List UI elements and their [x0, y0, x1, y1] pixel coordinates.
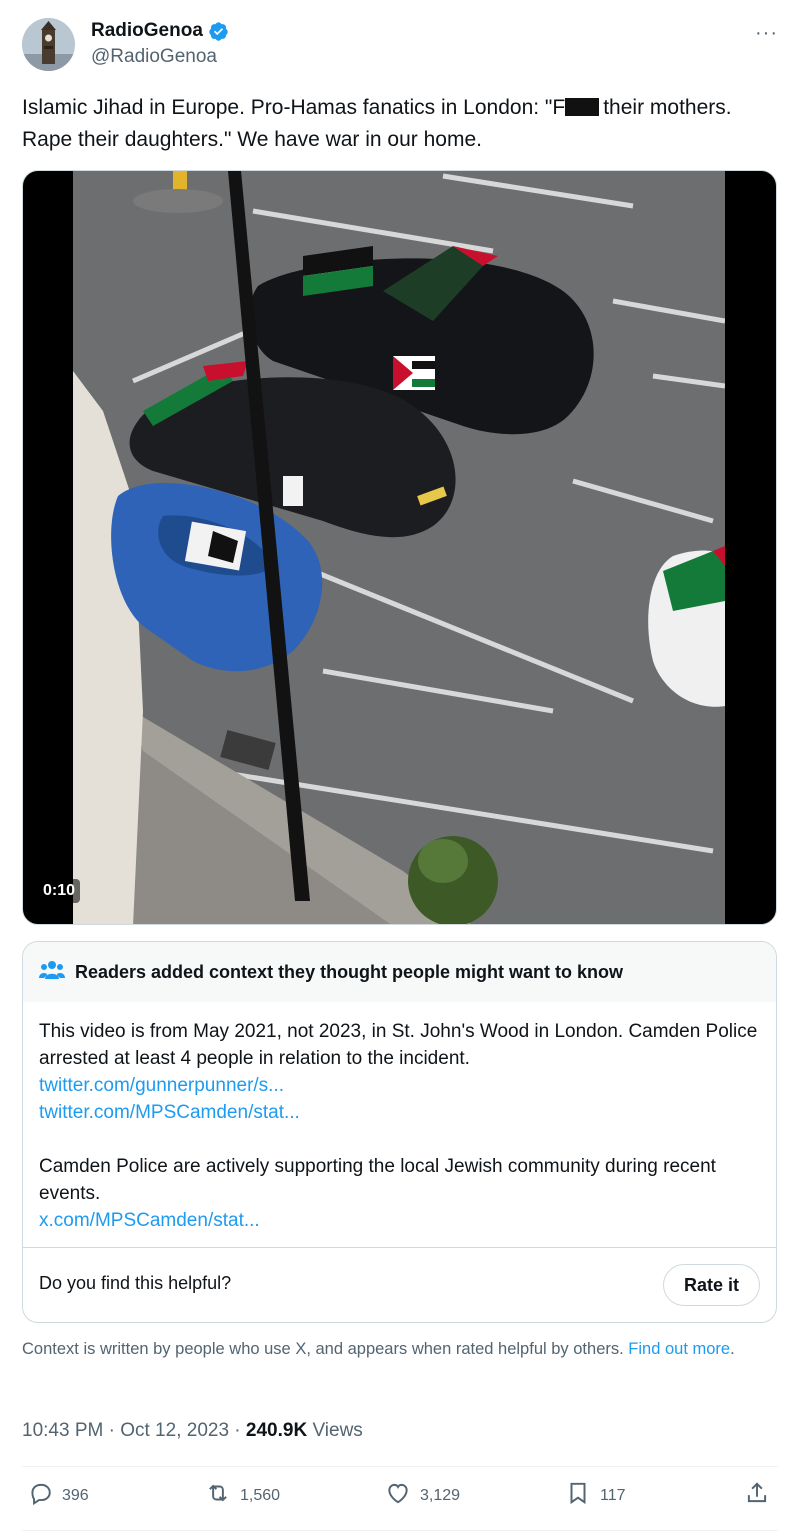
note-paragraph-1: This video is from May 2021, not 2023, i… [39, 1021, 758, 1069]
rate-it-button[interactable]: Rate it [662, 1264, 760, 1306]
share-icon [744, 1480, 770, 1511]
video-duration: 0:10 [38, 879, 81, 903]
tweet-text-part1: Islamic Jihad in Europe. Pro-Hamas fanat… [22, 96, 566, 119]
more-options-icon[interactable]: ··· [755, 22, 778, 45]
verified-badge-icon[interactable] [208, 21, 229, 42]
bookmark-count: 117 [600, 1486, 626, 1504]
like-count: 3,129 [420, 1486, 461, 1504]
avatar[interactable] [22, 18, 75, 71]
tweet-time[interactable]: 10:43 PM [22, 1420, 103, 1441]
tweet-text: Islamic Jihad in Europe. Pro-Hamas fanat… [22, 92, 782, 156]
community-note-title: Readers added context they thought peopl… [75, 961, 624, 982]
note-link-3[interactable]: x.com/MPSCamden/stat... [39, 1207, 760, 1234]
tweet-meta: 10:43 PM · Oct 12, 2023 · 240.9K Views [22, 1420, 363, 1442]
redaction-block [565, 98, 600, 116]
repost-count: 1,560 [240, 1486, 281, 1504]
reply-count: 396 [62, 1486, 89, 1504]
context-text: Context is written by people who use X, … [22, 1340, 624, 1358]
action-bar: 396 1,560 3,129 117 [22, 1480, 778, 1516]
context-explanation: Context is written by people who use X, … [22, 1338, 782, 1360]
helpful-question: Do you find this helpful? [39, 1273, 232, 1293]
repost-button[interactable]: 1,560 [205, 1480, 280, 1511]
video-frame[interactable] [73, 171, 725, 925]
meta-separator: · [108, 1420, 115, 1441]
note-link-1[interactable]: twitter.com/gunnerpunner/s... [39, 1072, 760, 1099]
handle[interactable]: @RadioGenoa [91, 46, 217, 68]
tweet-date[interactable]: Oct 12, 2023 [120, 1420, 229, 1441]
note-paragraph-2: Camden Police are actively supporting th… [39, 1156, 716, 1204]
bookmark-button[interactable]: 117 [565, 1480, 626, 1511]
divider-top [22, 1466, 778, 1467]
community-note-body: This video is from May 2021, not 2023, i… [23, 1002, 776, 1234]
community-note-header: Readers added context they thought peopl… [23, 942, 776, 1002]
people-icon [39, 959, 65, 986]
meta-separator-2: · [234, 1420, 241, 1441]
heart-icon [385, 1480, 411, 1511]
bookmark-icon [565, 1480, 591, 1511]
views-label: Views [312, 1420, 363, 1441]
note-rating-bar: Do you find this helpful? Rate it [23, 1247, 776, 1322]
like-button[interactable]: 3,129 [385, 1480, 460, 1511]
tweet-header: RadioGenoa @RadioGenoa ··· [22, 16, 788, 72]
name-row: RadioGenoa [91, 20, 229, 42]
repost-icon [205, 1480, 231, 1511]
community-note: Readers added context they thought peopl… [22, 941, 777, 1323]
reply-icon [27, 1480, 53, 1511]
find-out-more-link[interactable]: Find out more [628, 1340, 730, 1358]
context-period: . [730, 1340, 735, 1358]
video-player[interactable]: 0:10 [22, 170, 777, 925]
divider-bottom [22, 1530, 778, 1531]
note-link-2[interactable]: twitter.com/MPSCamden/stat... [39, 1099, 760, 1126]
share-button[interactable] [744, 1480, 770, 1511]
views-count: 240.9K [245, 1420, 308, 1441]
reply-button[interactable]: 396 [27, 1480, 89, 1511]
display-name[interactable]: RadioGenoa [91, 20, 203, 42]
